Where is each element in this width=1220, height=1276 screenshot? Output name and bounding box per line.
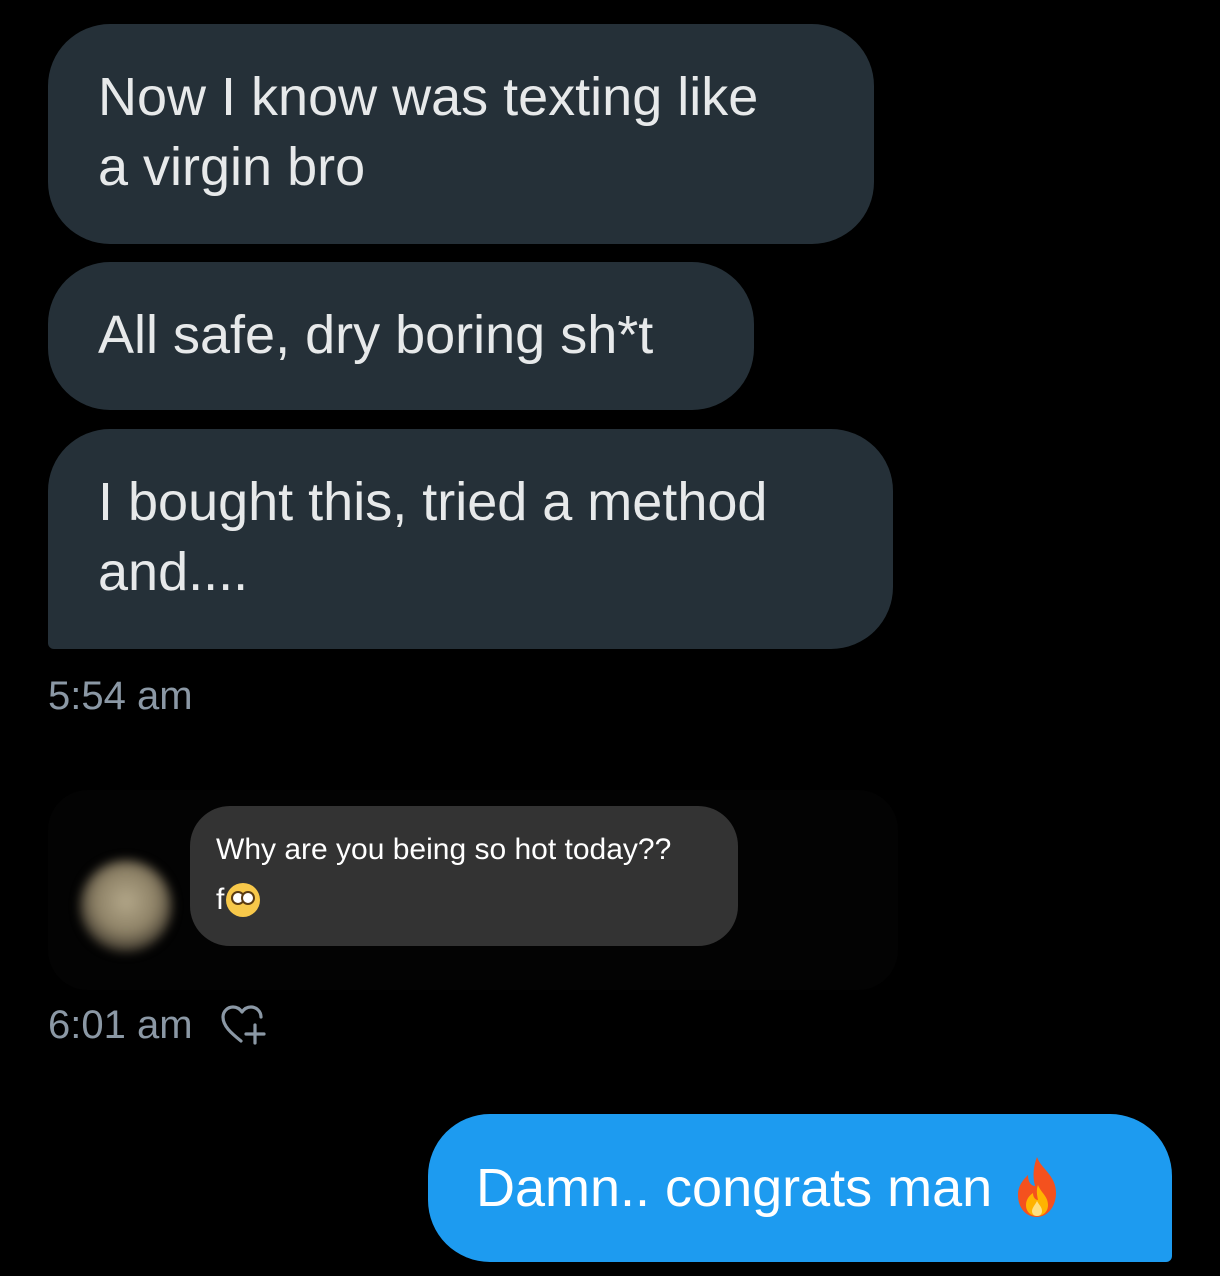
story-reply-bubble: Why are you being so hot today?? f: [190, 806, 738, 946]
outgoing-message[interactable]: Damn.. congrats man: [428, 1114, 1172, 1262]
avatar: [80, 860, 172, 952]
message-text: Now I know was texting like a virgin bro: [98, 67, 759, 197]
flushed-face-icon: [226, 883, 261, 917]
story-text-line2: f: [216, 882, 712, 918]
fire-icon: [1018, 1157, 1057, 1217]
message-text: Damn.. congrats man: [476, 1158, 993, 1218]
message-meta-row: 6:01 am: [48, 1001, 267, 1049]
heart-plus-icon[interactable]: [219, 1003, 267, 1047]
shared-story-card[interactable]: Why are you being so hot today?? f: [48, 790, 898, 990]
message-timestamp: 5:54 am: [48, 674, 193, 718]
story-text-prefix: f: [216, 883, 225, 916]
incoming-message[interactable]: I bought this, tried a method and....: [48, 429, 893, 649]
incoming-message[interactable]: Now I know was texting like a virgin bro: [48, 24, 874, 244]
message-text: All safe, dry boring sh*t: [98, 305, 654, 365]
message-text: I bought this, tried a method and....: [98, 472, 768, 602]
message-timestamp: 6:01 am: [48, 1003, 193, 1047]
incoming-message[interactable]: All safe, dry boring sh*t: [48, 262, 754, 410]
conversation-view: Now I know was texting like a virgin bro…: [0, 0, 1220, 1276]
story-text: Why are you being so hot today??: [216, 833, 672, 866]
